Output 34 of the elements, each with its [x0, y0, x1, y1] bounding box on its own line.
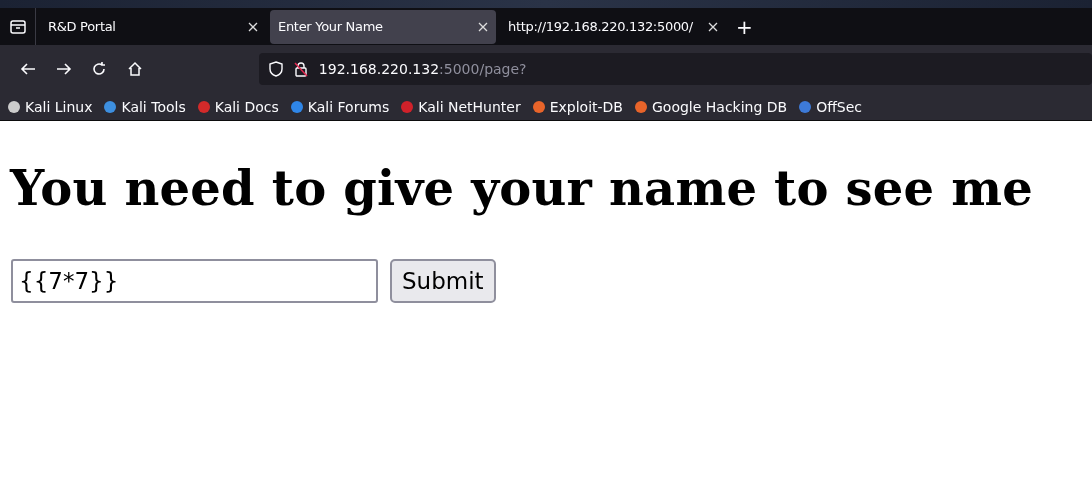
bookmark-label: Kali Tools [121, 98, 186, 115]
tab-title: http://192.168.220.132:5000/ [508, 19, 693, 34]
new-tab-button[interactable]: + [736, 14, 753, 39]
bookmark[interactable]: OffSec [798, 98, 863, 115]
reload-icon[interactable] [91, 61, 108, 77]
bookmark[interactable]: Kali Forums [289, 98, 390, 115]
bookmark-label: OffSec [816, 98, 863, 115]
browser-tab[interactable]: R&D Portal [40, 9, 266, 44]
back-arrow-icon[interactable] [19, 62, 36, 76]
shield-icon[interactable] [268, 61, 283, 77]
bookmark-label: Exploit-DB [549, 98, 623, 115]
name-field[interactable]: {{7*7}} [11, 259, 378, 303]
close-icon[interactable] [708, 21, 718, 32]
address-bar[interactable]: 192.168.220.132:5000/page? [258, 53, 1092, 85]
bookmark[interactable]: Kali Docs [196, 98, 279, 115]
bookmark-label: Kali Linux [25, 98, 93, 115]
page-heading: You need to give your name to see me [10, 159, 1034, 217]
browser-tab[interactable]: http://192.168.220.132:5000/ [500, 9, 726, 44]
close-icon[interactable] [248, 21, 258, 32]
close-icon[interactable] [478, 21, 488, 32]
bookmark[interactable]: Exploit-DB [531, 98, 623, 115]
tab-list-icon[interactable] [9, 19, 26, 34]
bookmark-label: Kali Docs [214, 98, 279, 115]
bookmark-label: Kali Forums [307, 98, 390, 115]
tab-title: Enter Your Name [278, 19, 383, 34]
submit-button[interactable]: Submit [390, 259, 496, 303]
insecure-lock-icon[interactable] [292, 61, 309, 77]
tab-title: R&D Portal [48, 19, 116, 34]
forward-arrow-icon[interactable] [55, 62, 72, 76]
url-text: 192.168.220.132:5000/page? [318, 61, 527, 77]
browser-tab[interactable]: Enter Your Name [270, 9, 496, 44]
home-icon[interactable] [126, 61, 143, 77]
bookmark[interactable]: Kali Linux [7, 98, 93, 115]
bookmark[interactable]: Kali Tools [103, 98, 186, 115]
